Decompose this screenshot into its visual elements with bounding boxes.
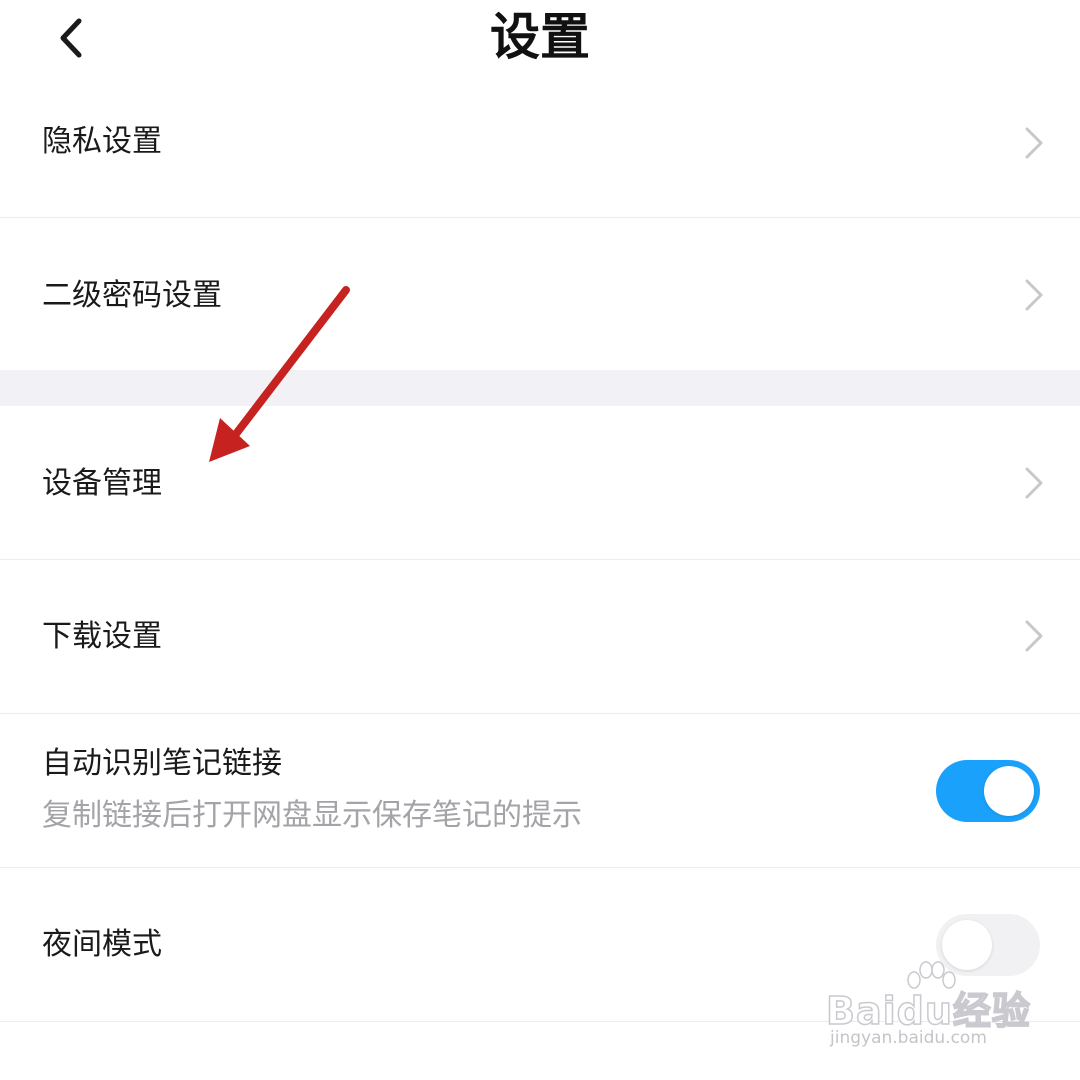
chevron-right-icon	[1025, 467, 1043, 499]
page-title: 设置	[490, 8, 590, 66]
chevron-right-icon	[1025, 279, 1043, 311]
settings-row-privacy[interactable]: 隐私设置	[0, 80, 1080, 218]
settings-row-night-mode: 夜间模式	[0, 868, 1080, 1022]
settings-row-description: 复制链接后打开网盘显示保存笔记的提示	[42, 798, 582, 833]
auto-detect-note-links-toggle[interactable]	[936, 760, 1040, 822]
night-mode-toggle[interactable]	[936, 914, 1040, 976]
toggle-knob	[984, 766, 1034, 816]
row-divider	[0, 1021, 1080, 1022]
settings-row-device-management[interactable]: 设备管理	[0, 406, 1080, 560]
chevron-right-icon	[1025, 620, 1043, 652]
settings-row-label: 隐私设置	[42, 124, 162, 159]
settings-row-secondary-password[interactable]: 二级密码设置	[0, 218, 1080, 370]
section-separator	[0, 370, 1080, 406]
settings-row-label: 设备管理	[42, 466, 162, 501]
header-bar: 设置	[0, 0, 1080, 80]
settings-row-label: 自动识别笔记链接	[42, 746, 282, 781]
settings-row-download[interactable]: 下载设置	[0, 560, 1080, 714]
settings-row-auto-detect-note-links: 自动识别笔记链接 复制链接后打开网盘显示保存笔记的提示	[0, 714, 1080, 868]
settings-row-label: 下载设置	[42, 619, 162, 654]
chevron-right-icon	[1025, 127, 1043, 159]
settings-row-label: 夜间模式	[42, 927, 162, 962]
settings-row-label: 二级密码设置	[42, 278, 222, 313]
watermark-url: jingyan.baidu.com	[830, 1028, 987, 1048]
toggle-knob	[942, 920, 992, 970]
